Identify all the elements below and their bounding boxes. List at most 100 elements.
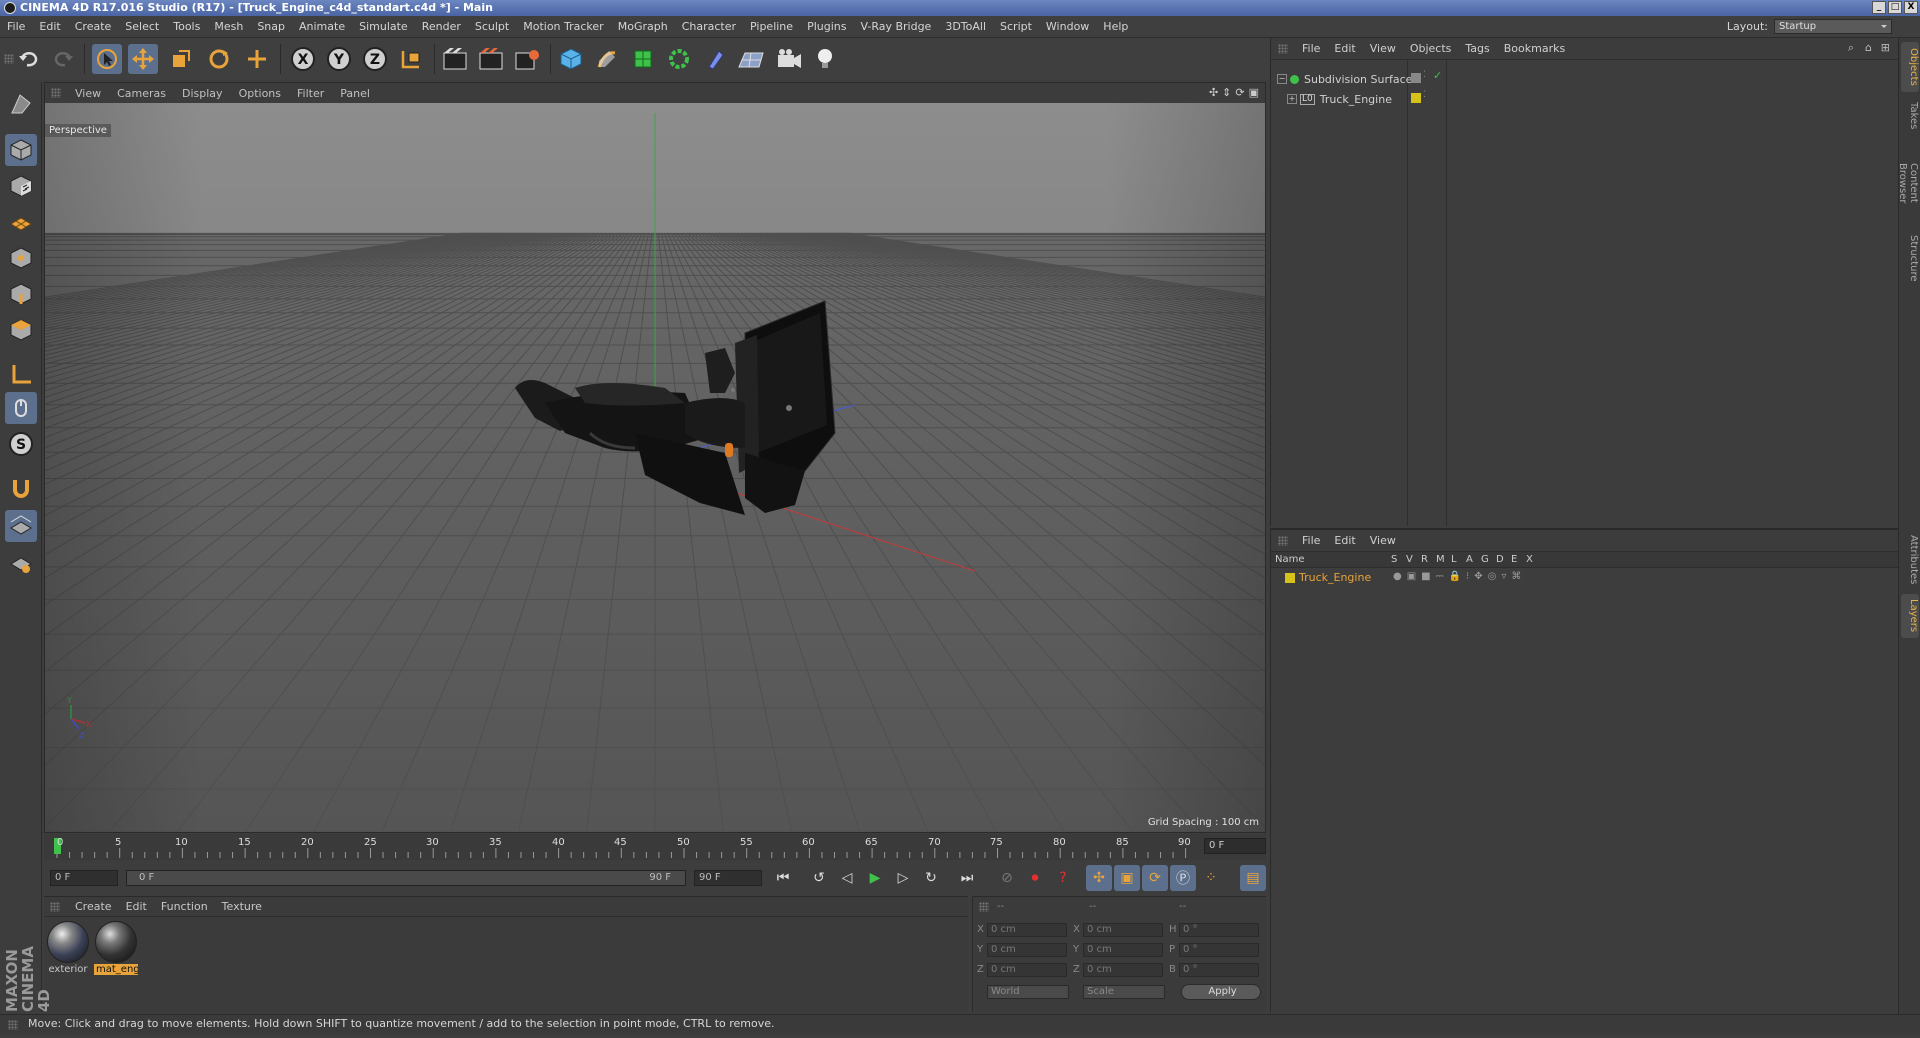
object-row-subdivision-surface[interactable]: − Subdivision Surface <box>1277 70 1412 88</box>
size-y-field[interactable]: 0 cm <box>1083 943 1163 957</box>
render-view-icon[interactable] <box>440 44 470 74</box>
menu-create[interactable]: Create <box>68 20 119 33</box>
layer-manager-grip[interactable] <box>1278 536 1288 546</box>
autokey-icon[interactable]: ? <box>1050 865 1076 891</box>
polygons-mode-icon[interactable] <box>5 314 37 346</box>
next-key-icon[interactable]: ↻ <box>918 865 944 891</box>
planar-workplane-icon[interactable] <box>5 546 37 578</box>
viewport-menu-view[interactable]: View <box>67 87 109 100</box>
locked-workplane-icon[interactable] <box>5 510 37 542</box>
layer-col-animation[interactable]: A <box>1466 554 1473 565</box>
scale-icon[interactable] <box>166 44 196 74</box>
key-position-icon[interactable]: ✣ <box>1086 865 1112 891</box>
record-disabled-icon[interactable]: ⊘ <box>994 865 1020 891</box>
layer-col-expressions[interactable]: E <box>1511 554 1517 565</box>
viewport-canvas[interactable]: Y X Z Perspective Grid Spacing : 100 cm <box>45 103 1265 832</box>
key-parameter-icon[interactable]: Ⓟ <box>1170 865 1196 891</box>
light-icon[interactable] <box>810 44 840 74</box>
layer-col-deformers[interactable]: D <box>1496 554 1504 565</box>
layer-col-generators[interactable]: G <box>1481 554 1489 565</box>
layer-name[interactable]: Truck_Engine <box>1299 571 1371 584</box>
om-menu-tags[interactable]: Tags <box>1458 42 1496 55</box>
tab-layers[interactable]: Layers <box>1901 594 1919 638</box>
material-menu-create[interactable]: Create <box>68 900 119 913</box>
menu-mesh[interactable]: Mesh <box>207 20 250 33</box>
axis-mode-icon[interactable] <box>5 358 37 390</box>
layer-color-swatch[interactable] <box>1285 573 1295 583</box>
menu-3dtoall[interactable]: 3DToAll <box>938 20 993 33</box>
tab-objects[interactable]: Objects <box>1901 42 1919 92</box>
toolbar-grip[interactable] <box>4 54 14 64</box>
floor-icon[interactable] <box>736 44 766 74</box>
maximize-button[interactable]: □ <box>1888 1 1902 14</box>
om-menu-edit[interactable]: Edit <box>1327 42 1362 55</box>
home-icon[interactable]: ⌂ <box>1865 41 1872 54</box>
material-swatch[interactable]: exterior <box>46 921 90 975</box>
rot-h-field[interactable]: 0 ° <box>1179 923 1259 937</box>
viewport-maximize-icon[interactable]: ▣ <box>1249 86 1259 99</box>
om-menu-objects[interactable]: Objects <box>1403 42 1459 55</box>
coordinate-system-icon[interactable] <box>396 44 426 74</box>
rot-b-field[interactable]: 0 ° <box>1179 963 1259 977</box>
viewport-camera-label[interactable]: Perspective <box>45 124 111 137</box>
pos-z-field[interactable]: 0 cm <box>987 963 1067 977</box>
material-grip[interactable] <box>50 902 60 912</box>
menu-file[interactable]: File <box>0 20 32 33</box>
enabled-check-icon[interactable]: ✓ <box>1433 69 1442 82</box>
play-icon[interactable]: ▶ <box>862 865 888 891</box>
new-view-icon[interactable]: ⊞ <box>1881 41 1890 54</box>
size-mode-dropdown[interactable]: Scale <box>1083 985 1165 999</box>
coordinate-space-dropdown[interactable]: World <box>987 985 1069 999</box>
viewport-dolly-icon[interactable]: ⇕ <box>1222 86 1231 99</box>
size-x-field[interactable]: 0 cm <box>1083 923 1163 937</box>
preview-range-slider[interactable]: 0 F 90 F <box>126 870 686 886</box>
om-menu-view[interactable]: View <box>1363 42 1403 55</box>
workplane-mode-icon[interactable] <box>5 206 37 238</box>
menu-vray-bridge[interactable]: V-Ray Bridge <box>853 20 938 33</box>
redo-icon[interactable] <box>48 44 78 74</box>
layer-col-manager[interactable]: M <box>1436 554 1445 565</box>
close-button[interactable]: X <box>1904 1 1918 14</box>
pos-x-field[interactable]: 0 cm <box>987 923 1067 937</box>
pen-icon[interactable] <box>592 44 622 74</box>
tab-takes[interactable]: Takes <box>1901 96 1919 136</box>
visibility-dots-icon[interactable]: ⁚ <box>1423 70 1426 80</box>
viewport-orbit-icon[interactable]: ⟳ <box>1235 86 1244 99</box>
menu-window[interactable]: Window <box>1039 20 1096 33</box>
last-tool-icon[interactable] <box>242 44 272 74</box>
menu-mograph[interactable]: MoGraph <box>611 20 675 33</box>
layer-toggle-icons[interactable]: ●▣■⎓🔒⁝✥◎▿⌘ <box>1393 571 1526 582</box>
current-frame-field[interactable]: 0 F <box>1204 838 1266 854</box>
layer-swatch-empty[interactable] <box>1411 73 1421 83</box>
lm-menu-view[interactable]: View <box>1363 534 1403 547</box>
select-icon[interactable] <box>92 44 122 74</box>
start-frame-field[interactable]: 0 F <box>50 870 118 886</box>
viewport-menu-display[interactable]: Display <box>174 87 231 100</box>
rot-p-field[interactable]: 0 ° <box>1179 943 1259 957</box>
go-to-end-icon[interactable]: ⏭ <box>954 865 980 891</box>
key-scale-icon[interactable]: ▣ <box>1114 865 1140 891</box>
tab-attributes[interactable]: Attributes <box>1901 530 1919 590</box>
object-manager-grip[interactable] <box>1278 44 1288 54</box>
menu-edit[interactable]: Edit <box>32 20 67 33</box>
menu-script[interactable]: Script <box>993 20 1039 33</box>
cube-icon[interactable] <box>556 44 586 74</box>
layout-dropdown[interactable]: Startup <box>1774 19 1892 34</box>
lm-menu-edit[interactable]: Edit <box>1327 534 1362 547</box>
menu-snap[interactable]: Snap <box>250 20 292 33</box>
record-active-icon[interactable]: ⏺ <box>1022 865 1048 891</box>
magnet-icon[interactable] <box>5 472 37 504</box>
om-menu-bookmarks[interactable]: Bookmarks <box>1497 42 1572 55</box>
material-swatch[interactable]: mat_eng <box>94 921 138 975</box>
layer-col-xref[interactable]: X <box>1526 554 1533 565</box>
coordinates-grip[interactable] <box>979 902 989 912</box>
subdivision-icon[interactable] <box>628 44 658 74</box>
apply-button[interactable]: Apply <box>1181 984 1261 1000</box>
end-frame-field[interactable]: 90 F <box>694 870 762 886</box>
x-axis-icon[interactable]: X <box>288 44 318 74</box>
y-axis-icon[interactable]: Y <box>324 44 354 74</box>
layer-col-view[interactable]: V <box>1406 554 1413 565</box>
undo-icon[interactable] <box>14 44 44 74</box>
material-menu-texture[interactable]: Texture <box>215 900 269 913</box>
viewport-menu-filter[interactable]: Filter <box>289 87 332 100</box>
